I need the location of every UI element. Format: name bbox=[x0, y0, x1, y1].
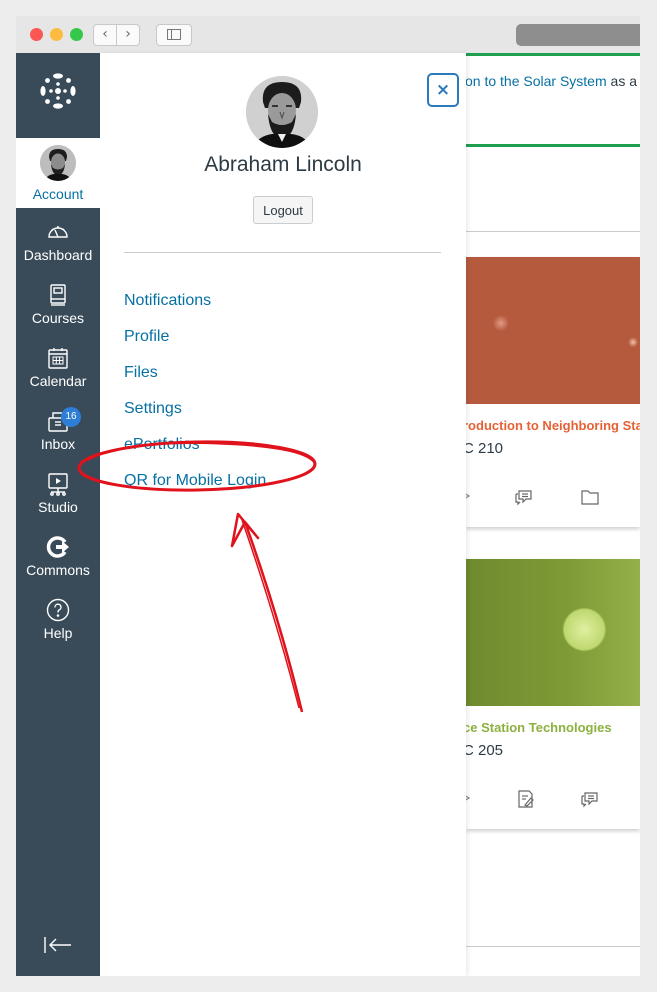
link-notifications[interactable]: Notifications bbox=[124, 292, 211, 310]
assignments-icon[interactable] bbox=[516, 790, 536, 808]
announcement-link[interactable]: on to the Solar System bbox=[465, 73, 607, 89]
tray-divider bbox=[124, 252, 441, 253]
back-button[interactable]: ‹ bbox=[93, 24, 117, 46]
course-card-code: C 205 bbox=[463, 742, 504, 759]
nav-item-label: Studio bbox=[38, 499, 78, 515]
sidebar-icon bbox=[167, 29, 181, 40]
course-card[interactable]: ce Station Technologies C 205 bbox=[463, 559, 640, 829]
close-tray-button[interactable]: × bbox=[427, 73, 459, 107]
nav-item-label: Help bbox=[43, 625, 73, 641]
profile-avatar bbox=[246, 76, 318, 148]
link-qr-mobile-login[interactable]: QR for Mobile Login bbox=[124, 472, 266, 490]
minimize-window-button[interactable] bbox=[50, 28, 63, 41]
lincoln-portrait-icon bbox=[40, 145, 76, 181]
nav-item-label: Commons bbox=[26, 562, 90, 578]
discussions-icon[interactable] bbox=[580, 790, 600, 808]
logout-button[interactable]: Logout bbox=[253, 196, 313, 224]
sidebar-toggle-button[interactable] bbox=[156, 24, 192, 46]
global-navigation: Account Dashboard Courses Calendar 16 In… bbox=[16, 53, 100, 976]
nav-item-courses[interactable]: Courses bbox=[16, 279, 100, 342]
announcement-banner: on to the Solar System as a bbox=[465, 53, 640, 147]
user-name: Abraham Lincoln bbox=[204, 153, 362, 176]
nav-item-dashboard[interactable]: Dashboard bbox=[16, 216, 100, 279]
course-card-title[interactable]: roduction to Neighboring Sta bbox=[463, 418, 640, 433]
nav-item-commons[interactable]: Commons bbox=[16, 531, 100, 594]
nav-account-label: Account bbox=[32, 186, 84, 202]
nav-item-calendar[interactable]: Calendar bbox=[16, 342, 100, 405]
commons-icon bbox=[46, 536, 69, 558]
browser-toolbar: ‹ › bbox=[16, 16, 640, 54]
canvas-logo[interactable] bbox=[16, 53, 100, 138]
nav-item-label: Calendar bbox=[29, 373, 87, 389]
announcement-text: on to the Solar System as a bbox=[465, 73, 637, 89]
nav-item-label: Courses bbox=[31, 310, 85, 326]
dashboard-icon bbox=[48, 226, 68, 238]
courses-icon bbox=[50, 284, 66, 306]
nav-item-help[interactable]: Help bbox=[16, 594, 100, 657]
nav-item-account[interactable]: Account bbox=[16, 138, 100, 208]
account-tray: Abraham Lincoln Logout Notifications Pro… bbox=[100, 53, 466, 976]
inbox-unread-badge: 16 bbox=[61, 407, 81, 427]
announcement-rest: as a bbox=[606, 73, 637, 89]
files-icon[interactable] bbox=[580, 488, 600, 506]
calendar-icon bbox=[48, 348, 68, 369]
link-settings[interactable]: Settings bbox=[124, 400, 182, 418]
link-files[interactable]: Files bbox=[124, 364, 158, 382]
divider bbox=[466, 231, 640, 232]
collapse-nav-icon[interactable] bbox=[43, 935, 73, 955]
discussions-icon[interactable] bbox=[514, 488, 534, 506]
link-eportfolios[interactable]: ePortfolios bbox=[124, 436, 200, 454]
studio-icon bbox=[48, 473, 68, 496]
nav-item-studio[interactable]: Studio bbox=[16, 468, 100, 531]
course-card-code: C 210 bbox=[463, 440, 504, 457]
nav-item-label: Inbox bbox=[40, 436, 76, 452]
course-card-title[interactable]: ce Station Technologies bbox=[463, 720, 612, 735]
browser-window: ‹ › Account Dashboard Courses Calendar 1… bbox=[16, 16, 640, 976]
close-window-button[interactable] bbox=[30, 28, 43, 41]
link-profile[interactable]: Profile bbox=[124, 328, 169, 346]
nav-item-inbox[interactable]: 16 Inbox bbox=[16, 405, 100, 468]
lincoln-portrait-icon bbox=[246, 76, 318, 148]
dashboard-background: on to the Solar System as a roduction to… bbox=[463, 53, 640, 976]
course-card[interactable]: roduction to Neighboring Sta C 210 bbox=[463, 257, 640, 527]
maximize-window-button[interactable] bbox=[70, 28, 83, 41]
help-icon bbox=[46, 598, 70, 622]
address-bar[interactable] bbox=[516, 24, 640, 46]
account-avatar bbox=[40, 145, 76, 181]
divider bbox=[466, 946, 640, 947]
nav-item-label: Dashboard bbox=[23, 247, 93, 263]
canvas-logo-icon bbox=[40, 73, 76, 109]
course-card-image[interactable] bbox=[466, 559, 640, 706]
forward-button[interactable]: › bbox=[116, 24, 140, 46]
course-card-image[interactable] bbox=[466, 257, 640, 404]
